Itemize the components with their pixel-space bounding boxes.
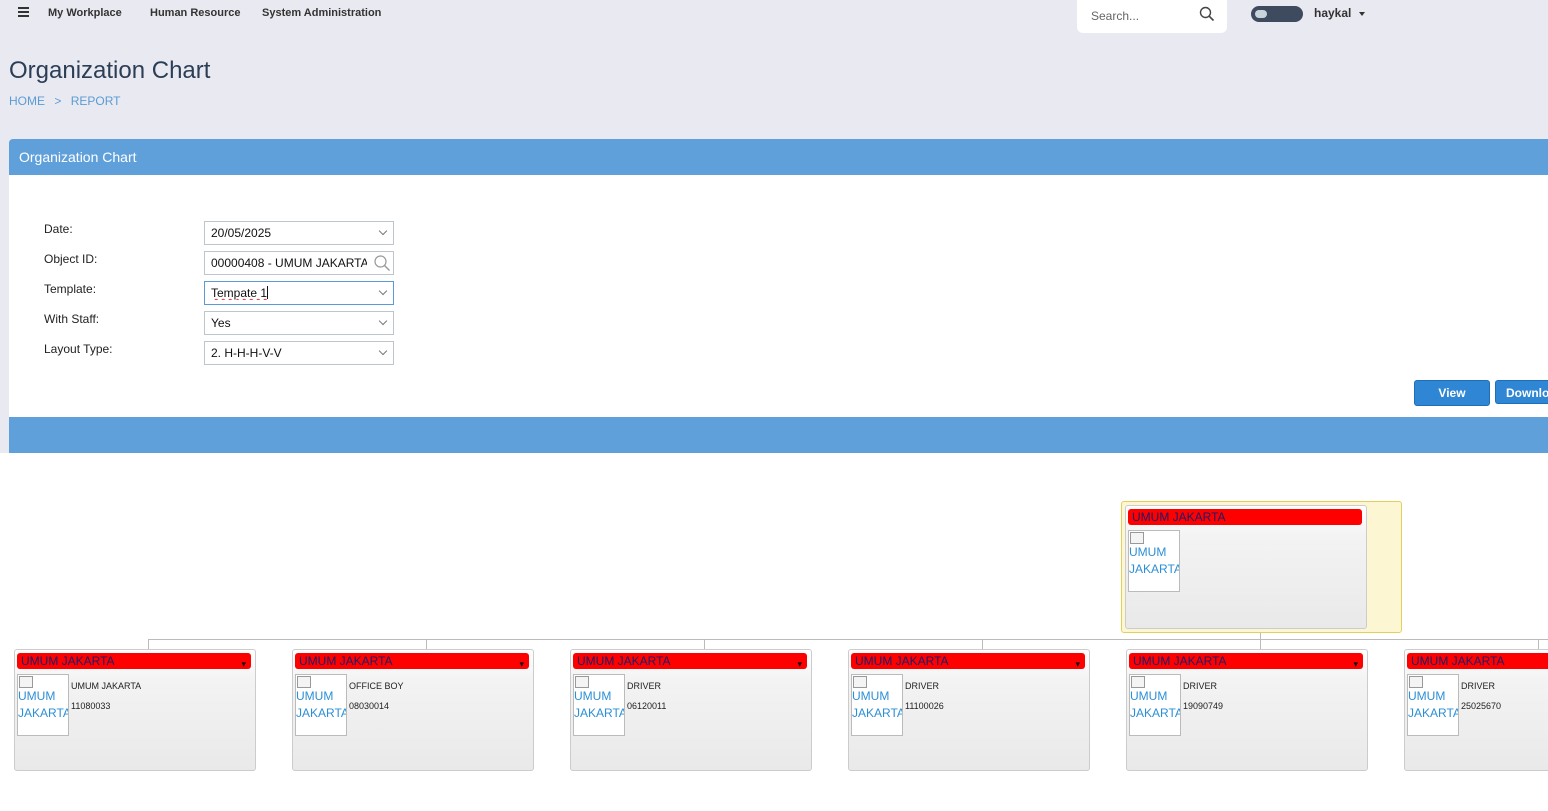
connector-line <box>704 639 705 649</box>
date-value: 20/05/2025 <box>211 226 272 240</box>
template-value: Tempate 1 <box>211 286 268 300</box>
expand-icon: ▾ <box>241 659 246 669</box>
node-photo: UMUM JAKARTA <box>295 674 347 736</box>
with-staff-select[interactable]: Yes <box>204 311 394 335</box>
node-id: 19090749 <box>1183 701 1224 711</box>
nav-human-resource[interactable]: Human Resource <box>150 7 240 19</box>
expand-icon: ▾ <box>1075 659 1080 669</box>
node-position: DRIVER <box>1183 681 1218 691</box>
node-title: UMUM JAKARTA ▾ <box>1129 653 1363 669</box>
node-photo: UMUM JAKARTA <box>1128 530 1180 592</box>
node-position: DRIVER <box>905 681 940 691</box>
object-id-label: Object ID: <box>44 252 98 266</box>
node-position: DRIVER <box>627 681 662 691</box>
node-photo: UMUM JAKARTA <box>1407 674 1459 736</box>
date-select[interactable]: 20/05/2025 <box>204 221 394 245</box>
node-title: UMUM JAKARTA ▾ <box>573 653 807 669</box>
search-icon[interactable] <box>373 254 391 272</box>
connector-line <box>148 639 1548 640</box>
org-node[interactable]: UMUM JAKARTA ▾ UMUM JAKARTA UMUM JAKARTA 1… <box>14 649 256 771</box>
with-staff-value: Yes <box>211 316 231 330</box>
node-title: UMUM JAKARTA ▾ <box>851 653 1085 669</box>
download-button[interactable]: Download <box>1495 380 1548 404</box>
breadcrumb: HOME > REPORT <box>9 94 127 108</box>
node-position: UMUM JAKARTA <box>71 681 142 691</box>
layout-type-select[interactable]: 2. H-H-H-V-V <box>204 341 394 365</box>
breadcrumb-home[interactable]: HOME <box>9 94 45 108</box>
node-id: 11080033 <box>71 701 111 711</box>
chevron-down-icon <box>378 226 388 236</box>
user-name[interactable]: haykal <box>1314 6 1351 20</box>
with-staff-label: With Staff: <box>44 312 100 326</box>
nav-system-administration[interactable]: System Administration <box>262 7 381 19</box>
connector-line <box>148 639 149 649</box>
node-photo: UMUM JAKARTA <box>573 674 625 736</box>
chevron-down-icon[interactable] <box>1359 12 1365 16</box>
connector-line <box>1538 639 1539 649</box>
chart-panel-header <box>9 417 1548 453</box>
node-id: 06120011 <box>627 701 667 711</box>
breadcrumb-report[interactable]: REPORT <box>71 94 121 108</box>
connector-line <box>982 639 983 649</box>
connector-line <box>1260 639 1261 649</box>
search-box <box>1077 0 1227 33</box>
date-label: Date: <box>44 222 73 236</box>
node-position: DRIVER <box>1461 681 1496 691</box>
node-id: 08030014 <box>349 701 390 711</box>
node-title: UMUM JAKARTA <box>1128 509 1362 525</box>
chevron-down-icon <box>378 286 388 296</box>
nav-my-workplace[interactable]: My Workplace <box>48 7 122 19</box>
layout-type-label: Layout Type: <box>44 342 113 356</box>
avatar[interactable] <box>1251 6 1303 22</box>
org-node[interactable]: UMUM JAKARTA ▾ UMUM JAKARTA DRIVER 1909074… <box>1126 649 1368 771</box>
panel-header: Organization Chart <box>9 139 1548 175</box>
node-id: 11100026 <box>905 701 944 711</box>
org-node[interactable]: UMUM JAKARTA ▾ UMUM JAKARTA DRIVER 0612001… <box>570 649 812 771</box>
page-title: Organization Chart <box>9 57 211 84</box>
node-id: 25025670 <box>1461 701 1502 711</box>
org-root-node[interactable]: UMUM JAKARTA UMUM JAKARTA <box>1125 505 1367 629</box>
org-node[interactable]: UMUM JAKARTA ▾ UMUM JAKARTA OFFICE BOY 080… <box>292 649 534 771</box>
template-label: Template: <box>44 282 97 296</box>
expand-icon: ▾ <box>1353 659 1358 669</box>
object-id-field[interactable]: 00000408 - UMUM JAKARTA <box>204 251 394 275</box>
node-title: UMUM JAKARTA ▾ <box>295 653 529 669</box>
object-id-value: 00000408 - UMUM JAKARTA <box>211 256 367 270</box>
node-photo: UMUM JAKARTA <box>851 674 903 736</box>
node-photo: UMUM JAKARTA <box>1129 674 1181 736</box>
panel-title: Organization Chart <box>19 149 137 165</box>
node-photo: UMUM JAKARTA <box>17 674 69 736</box>
chevron-down-icon <box>378 316 388 326</box>
node-title: UMUM JAKARTA <box>1407 653 1548 669</box>
view-button[interactable]: View <box>1414 380 1490 406</box>
breadcrumb-separator: > <box>54 94 62 108</box>
node-title: UMUM JAKARTA ▾ <box>17 653 251 669</box>
org-node[interactable]: UMUM JAKARTA ▾ UMUM JAKARTA DRIVER 1110002… <box>848 649 1090 771</box>
menu-icon[interactable] <box>18 7 29 19</box>
connector-line <box>426 639 427 649</box>
node-position: OFFICE BOY <box>349 681 404 691</box>
expand-icon: ▾ <box>519 659 524 669</box>
chevron-down-icon <box>378 346 388 356</box>
org-node[interactable]: UMUM JAKARTA UMUM JAKARTA DRIVER 25025670 <box>1404 649 1548 771</box>
expand-icon: ▾ <box>797 659 802 669</box>
template-select[interactable]: Tempate 1 <box>204 281 394 305</box>
top-nav: My Workplace Human Resource System Admin… <box>0 0 1548 33</box>
search-icon[interactable] <box>1199 6 1215 22</box>
search-input[interactable] <box>1089 7 1203 25</box>
layout-type-value: 2. H-H-H-V-V <box>211 346 282 360</box>
